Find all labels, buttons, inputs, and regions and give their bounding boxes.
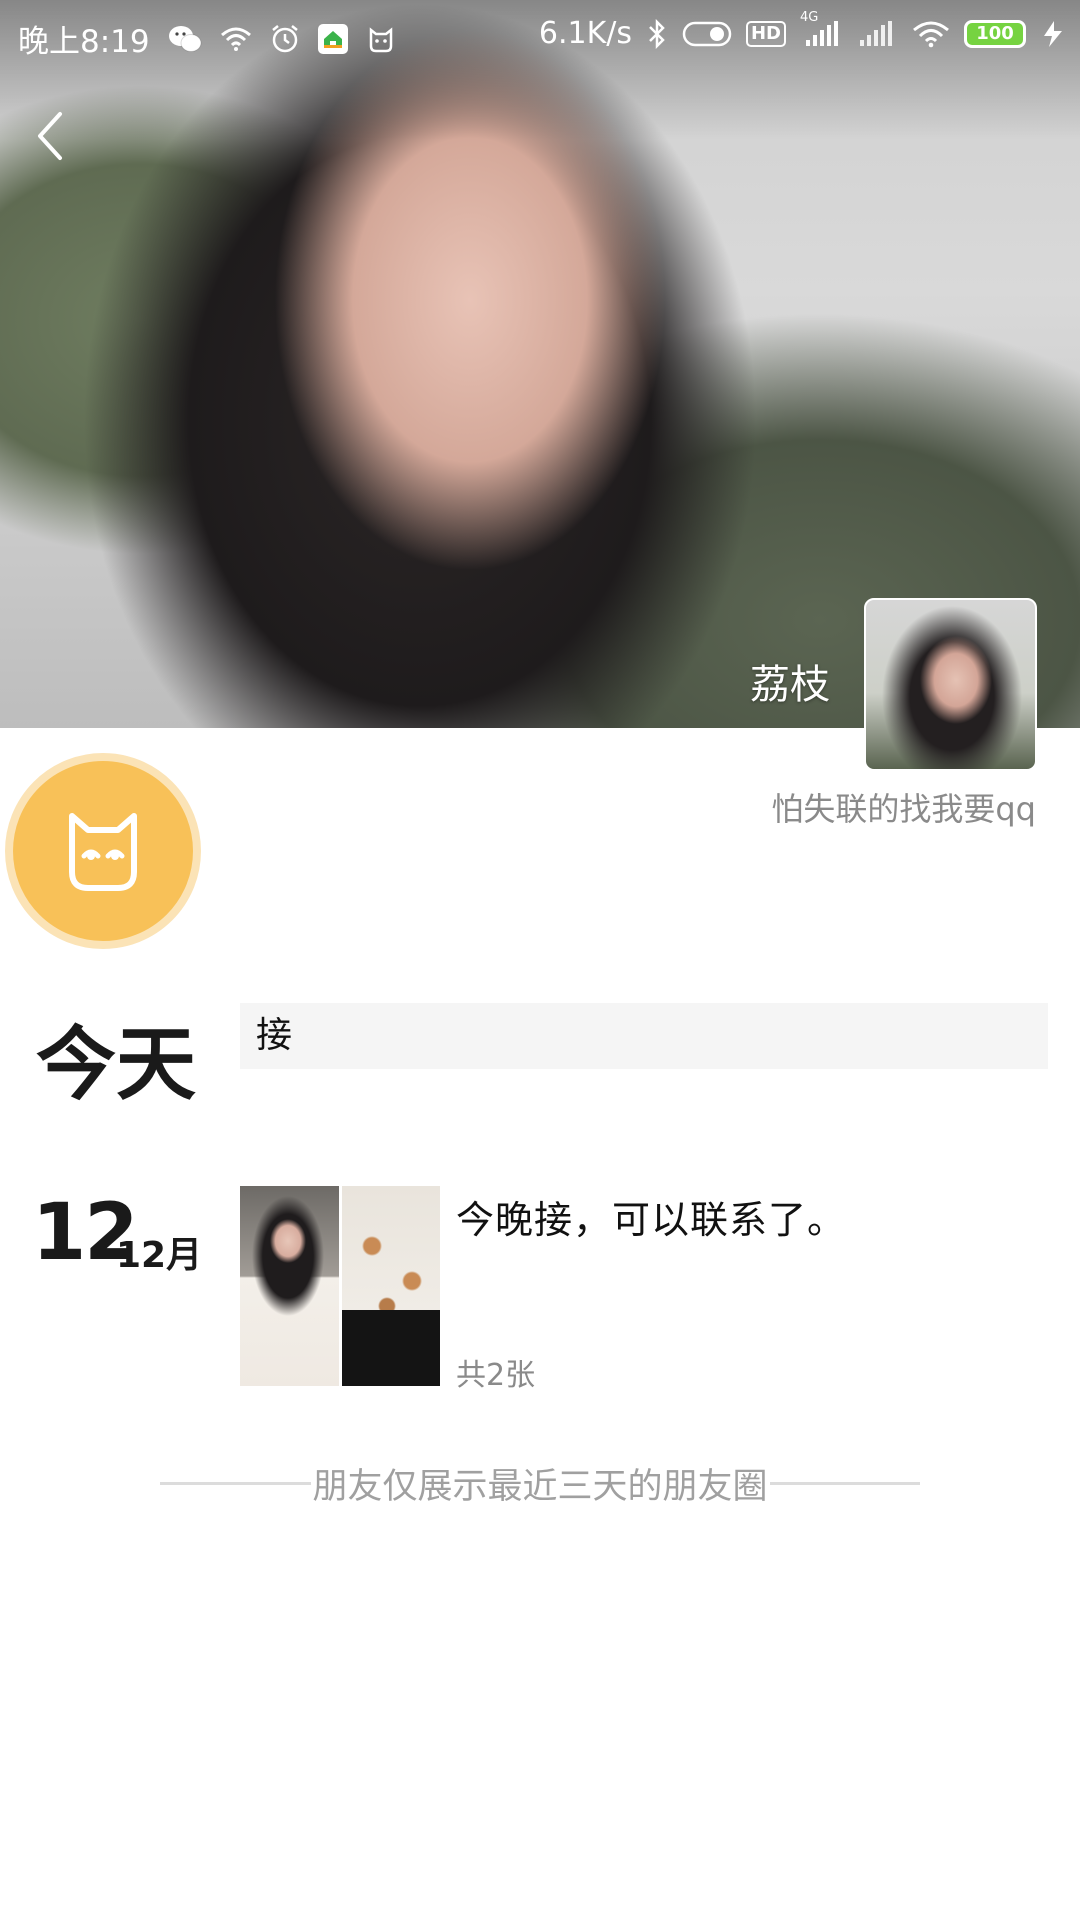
today-label: 今天 <box>36 1018 196 1111</box>
post-image-count: 共2张 <box>456 1358 536 1393</box>
wifi-icon <box>220 26 252 52</box>
status-bar: 晚上8:19 6.1K/s HD 4G 100 <box>0 0 1080 70</box>
charging-icon <box>1040 19 1066 49</box>
post-thumbnail[interactable] <box>240 1186 339 1386</box>
wechat-icon <box>168 24 202 54</box>
cat-face-icon <box>69 813 137 891</box>
bluetooth-icon <box>646 18 668 49</box>
divider-line <box>160 1481 311 1485</box>
back-button[interactable] <box>30 108 80 168</box>
chevron-left-icon <box>38 112 62 160</box>
alarm-icon <box>270 24 300 54</box>
status-bar-left: 晚上8:19 <box>18 16 396 61</box>
moments-limit-text: 朋友仅展示最近三天的朋友圈 <box>312 1466 768 1507</box>
toggle-icon <box>682 20 732 48</box>
today-post-entry[interactable]: 接 <box>240 1003 1048 1069</box>
battery-icon: 100 <box>964 19 1026 48</box>
post-text[interactable]: 今晚接，可以联系了。 <box>456 1189 846 1244</box>
status-time: 晚上8:19 <box>18 24 150 60</box>
profile-name: 荔枝 <box>750 662 830 708</box>
signal-icon: 4G <box>800 10 844 48</box>
post-month: 12月 <box>116 1235 203 1276</box>
post-thumbnail[interactable] <box>341 1186 440 1386</box>
post-thumbnails[interactable] <box>240 1186 440 1386</box>
app-home-icon <box>317 23 348 54</box>
wifi-icon <box>912 20 950 48</box>
divider-line <box>769 1481 921 1485</box>
hd-badge: HD <box>745 20 786 47</box>
moments-limit-note: 朋友仅展示最近三天的朋友圈 <box>160 1463 921 1507</box>
profile-avatar[interactable] <box>864 598 1037 771</box>
network-type: 4G <box>800 9 819 25</box>
profile-signature: 怕失联的找我要qq <box>771 790 1036 828</box>
signal-icon <box>858 20 898 48</box>
app-logo[interactable] <box>5 753 201 949</box>
network-speed: 6.1K/s <box>538 16 632 51</box>
status-bar-right: 6.1K/s HD 4G 100 <box>538 10 1066 51</box>
cat-app-icon <box>366 24 396 54</box>
